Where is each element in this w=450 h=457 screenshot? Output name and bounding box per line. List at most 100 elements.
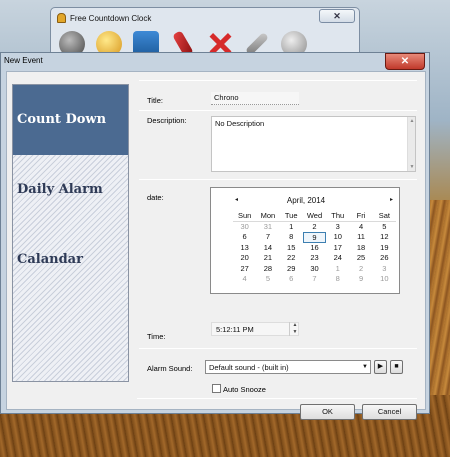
dialog-close-button[interactable]: ✕: [385, 53, 425, 70]
sidebar-item-daily-alarm[interactable]: Daily Alarm: [13, 182, 128, 197]
auto-snooze-label: Auto Snooze: [223, 385, 266, 394]
sidebar-item-count-down[interactable]: Count Down: [13, 85, 128, 155]
weekday-header: Sat: [378, 211, 390, 220]
calendar-day[interactable]: 13: [233, 243, 256, 254]
description-field[interactable]: No Description ▲ ▼: [211, 116, 416, 172]
separator: [137, 398, 417, 399]
weekday-header: Wed: [306, 211, 323, 220]
calendar-day[interactable]: 7: [303, 274, 326, 285]
calendar-day[interactable]: 1: [326, 264, 349, 275]
alarm-bell-icon: [57, 13, 66, 23]
alarm-sound-value: Default sound - (built in): [209, 363, 289, 372]
new-event-dialog: New Event ✕ Count Down Daily Alarm Calan…: [0, 52, 430, 420]
time-label: Time:: [147, 332, 166, 341]
chevron-down-icon: ▼: [362, 364, 368, 370]
calendar-day[interactable]: 18: [349, 243, 372, 254]
calendar-day[interactable]: 3: [373, 264, 396, 275]
description-label: Description:: [147, 116, 187, 125]
calendar-day[interactable]: 21: [256, 253, 279, 264]
calendar-day[interactable]: 14: [256, 243, 279, 254]
sidebar-item-calendar[interactable]: Calandar: [13, 252, 128, 267]
date-label: date:: [147, 193, 164, 202]
calendar-day[interactable]: 17: [326, 243, 349, 254]
separator: [139, 80, 417, 81]
calendar-day[interactable]: 27: [233, 264, 256, 275]
separator: [139, 179, 417, 180]
stop-sound-button[interactable]: ■: [390, 360, 403, 374]
calendar-day[interactable]: 5: [256, 274, 279, 285]
calendar-day-selected[interactable]: 9: [302, 232, 327, 243]
calendar-day[interactable]: 10: [326, 232, 349, 243]
calendar-week-row: 20 21 22 23 24 25 26: [233, 253, 396, 264]
dialog-client-area: Count Down Daily Alarm Calandar Title: C…: [6, 71, 426, 420]
calendar-day[interactable]: 24: [326, 253, 349, 264]
description-scrollbar[interactable]: ▲ ▼: [407, 117, 415, 171]
calendar-weekday-row: Sun Mon Tue Wed Thu Fri Sat: [233, 211, 396, 222]
play-sound-button[interactable]: ▶: [374, 360, 387, 374]
separator: [139, 348, 417, 349]
calendar-week-row: 27 28 29 30 1 2 3: [233, 264, 396, 275]
calendar-day[interactable]: 2: [349, 264, 372, 275]
calendar-week-row: 30 31 1 2 3 4 5: [233, 222, 396, 233]
alarm-sound-label: Alarm Sound:: [147, 364, 193, 373]
calendar-day[interactable]: 30: [233, 222, 256, 233]
calendar-day[interactable]: 11: [349, 232, 372, 243]
calendar-week-row: 4 5 6 7 8 9 10: [233, 274, 396, 285]
event-type-sidebar: Count Down Daily Alarm Calandar: [12, 84, 129, 382]
clock-window-titlebar: Free Countdown Clock: [57, 11, 151, 25]
calendar-day[interactable]: 4: [349, 222, 372, 233]
calendar-day[interactable]: 7: [256, 232, 279, 243]
calendar-day[interactable]: 22: [280, 253, 303, 264]
calendar-day[interactable]: 12: [373, 232, 396, 243]
weekday-header: Thu: [331, 211, 345, 220]
calendar-day[interactable]: 19: [373, 243, 396, 254]
calendar-month-label: April, 2014: [286, 196, 326, 205]
weekday-header: Mon: [260, 211, 276, 220]
clock-window-title: Free Countdown Clock: [70, 13, 152, 23]
calendar-day[interactable]: 4: [233, 274, 256, 285]
calendar-week-row: 13 14 15 16 17 18 19: [233, 243, 396, 254]
calendar-day[interactable]: 30: [303, 264, 326, 275]
separator: [139, 110, 417, 111]
calendar-day[interactable]: 16: [303, 243, 326, 254]
calendar-day[interactable]: 28: [256, 264, 279, 275]
auto-snooze-checkbox[interactable]: [212, 384, 221, 393]
calendar-day[interactable]: 31: [256, 222, 279, 233]
calendar-day[interactable]: 2: [303, 222, 326, 233]
weekday-header: Sun: [237, 211, 252, 220]
weekday-header: Fri: [356, 211, 366, 220]
time-spinner[interactable]: ▲ ▼: [289, 322, 300, 336]
description-text: No Description: [215, 119, 265, 128]
calendar-day[interactable]: 29: [280, 264, 303, 275]
calendar-grid: Sun Mon Tue Wed Thu Fri Sat 30 31 1 2 3 …: [233, 211, 396, 285]
calendar-day[interactable]: 6: [280, 274, 303, 285]
calendar-day[interactable]: 25: [349, 253, 372, 264]
calendar-day[interactable]: 8: [326, 274, 349, 285]
time-field[interactable]: 5:12:11 PM: [211, 322, 299, 336]
calendar-day[interactable]: 15: [280, 243, 303, 254]
calendar-day[interactable]: 6: [233, 232, 256, 243]
spin-up-icon[interactable]: ▲: [290, 322, 300, 329]
calendar-next-icon[interactable]: ▸: [390, 196, 393, 203]
calendar-day[interactable]: 8: [280, 232, 303, 243]
cancel-button[interactable]: Cancel: [362, 404, 417, 420]
clock-window-close-button[interactable]: ✕: [319, 9, 355, 23]
ok-button[interactable]: OK: [300, 404, 355, 420]
month-calendar[interactable]: ◂ April, 2014 ▸ Sun Mon Tue Wed Thu Fri …: [210, 187, 400, 294]
alarm-sound-select[interactable]: Default sound - (built in) ▼: [205, 360, 371, 374]
title-label: Title:: [147, 96, 163, 105]
dialog-title: New Event: [4, 56, 43, 65]
calendar-day[interactable]: 26: [373, 253, 396, 264]
calendar-day[interactable]: 23: [303, 253, 326, 264]
calendar-day[interactable]: 9: [349, 274, 372, 285]
calendar-day[interactable]: 20: [233, 253, 256, 264]
calendar-week-row: 6 7 8 9 10 11 12: [233, 232, 396, 243]
scroll-up-icon[interactable]: ▲: [409, 118, 415, 124]
calendar-day[interactable]: 1: [280, 222, 303, 233]
calendar-day[interactable]: 10: [373, 274, 396, 285]
calendar-day[interactable]: 5: [373, 222, 396, 233]
scroll-down-icon[interactable]: ▼: [409, 164, 415, 170]
title-field[interactable]: Chrono: [211, 92, 299, 105]
calendar-day[interactable]: 3: [326, 222, 349, 233]
spin-down-icon[interactable]: ▼: [290, 329, 300, 336]
